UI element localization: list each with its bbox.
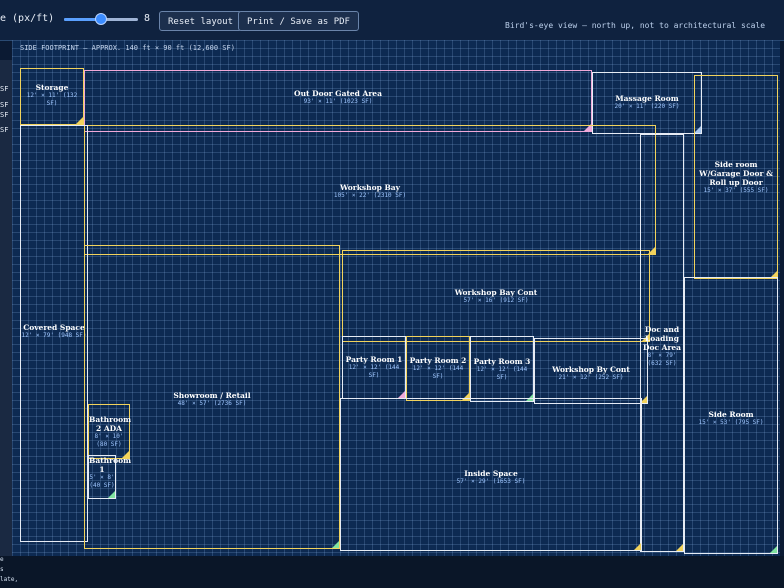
room-side-room[interactable]: Side Room 15' × 53' (795 SF): [684, 277, 778, 554]
footprint-label: SIDE FOOTPRINT — APPROX. 140 ft × 90 ft …: [20, 44, 235, 52]
reset-layout-button[interactable]: Reset layout: [159, 11, 243, 31]
room-dims: 12' × 12' (144 SF): [348, 364, 400, 379]
room-workshop-bay-cont[interactable]: Workshop Bay Cont 57' × 16' (912 SF): [342, 250, 650, 342]
bottom-panel-label: e: [0, 556, 4, 563]
resize-handle[interactable]: [76, 117, 83, 124]
bottom-panel-label: late,: [0, 576, 19, 583]
room-name: Side Room: [708, 410, 754, 419]
resize-handle[interactable]: [634, 543, 641, 550]
room-name: Party Room 2: [409, 356, 467, 365]
room-dims: 12' × 79' (948 SF): [21, 332, 87, 339]
room-inside-space[interactable]: Inside Space 57' × 29' (1653 SF): [340, 398, 642, 551]
resize-handle[interactable]: [770, 546, 777, 553]
room-covered-space[interactable]: Covered Space 12' × 79' (948 SF): [20, 125, 88, 542]
room-party-2[interactable]: Party Room 2 12' × 12' (144 SF): [406, 336, 470, 401]
room-dims: 20' × 11' (220 SF): [614, 103, 680, 110]
room-dims: 21' × 12' (252 SF): [558, 374, 624, 381]
room-dims: 105' × 22' (2310 SF): [333, 192, 407, 199]
room-name: Workshop By Cont: [552, 365, 630, 374]
room-dims: 12' × 12' (144 SF): [412, 365, 464, 380]
room-dims: 12' × 11' (132 SF): [26, 92, 78, 107]
left-panel: SF SF SF SF: [0, 60, 12, 588]
room-dims: 5' × 8' (40 SF): [89, 474, 115, 489]
room-party-1[interactable]: Party Room 1 12' × 12' (144 SF): [342, 336, 406, 399]
bottom-panel: e s late,: [0, 556, 784, 588]
left-panel-label: SF: [0, 101, 9, 109]
room-dims: 8' × 10' (80 SF): [94, 433, 124, 448]
zoom-slider-handle[interactable]: [95, 13, 107, 25]
room-dims: 57' × 29' (1653 SF): [456, 478, 526, 485]
zoom-value: 8: [144, 13, 151, 24]
room-name: Workshop Bay: [339, 183, 401, 192]
room-dims: 15' × 53' (795 SF): [698, 419, 764, 426]
room-name: Party Room 1: [345, 355, 403, 364]
resize-handle[interactable]: [332, 541, 339, 548]
room-name: Inside Space: [464, 469, 518, 478]
room-dims: 12' × 12' (144 SF): [476, 366, 528, 381]
zoom-slider[interactable]: [64, 13, 138, 25]
room-bathroom-1[interactable]: Bathroom 1 5' × 8' (40 SF): [88, 455, 132, 499]
view-note: Bird's-eye view — north up, not to archi…: [505, 21, 766, 30]
room-name: Doc and Loading Doc Area: [642, 325, 682, 352]
room-name: Side room W/Garage Door & Roll up Door: [699, 160, 773, 187]
room-dims: 93' × 11' (1023 SF): [303, 98, 373, 105]
left-panel-label: SF: [0, 85, 9, 93]
room-party-3[interactable]: Party Room 3 12' × 12' (144 SF): [470, 336, 534, 402]
room-dims: 8' × 79' (632 SF): [647, 352, 677, 367]
left-panel-label: SF: [0, 111, 9, 119]
room-dims: 15' × 37' (555 SF): [703, 187, 769, 194]
zoom-label: e (px/ft): [0, 13, 55, 24]
print-pdf-button[interactable]: Print / Save as PDF: [238, 11, 359, 31]
room-outdoor-gated-area[interactable]: Out Door Gated Area 93' × 11' (1023 SF): [84, 70, 592, 132]
resize-handle[interactable]: [398, 391, 405, 398]
left-panel-label: SF: [0, 126, 9, 134]
room-workshop-bay[interactable]: Workshop Bay 105' × 22' (2310 SF): [84, 125, 656, 255]
resize-handle[interactable]: [108, 491, 115, 498]
room-storage[interactable]: Storage 12' × 11' (132 SF): [20, 68, 84, 125]
room-name: Workshop Bay Cont: [454, 288, 538, 297]
room-name: Bathroom 2 ADA: [89, 415, 132, 433]
room-workshop-by-cont[interactable]: Workshop By Cont 21' × 12' (252 SF): [534, 338, 648, 404]
room-name: Massage Room: [615, 94, 679, 103]
bottom-panel-label: s: [0, 566, 4, 573]
room-bathroom-2-ada[interactable]: Bathroom 2 ADA 8' × 10' (80 SF): [88, 404, 132, 459]
resize-handle[interactable]: [676, 544, 683, 551]
room-name: Bathroom 1: [89, 456, 132, 474]
room-name: Storage: [35, 83, 69, 92]
room-dims: 57' × 16' (912 SF): [463, 297, 529, 304]
room-name: Showroom / Retail: [173, 391, 251, 400]
room-doc-loading[interactable]: Doc and Loading Doc Area 8' × 79' (632 S…: [640, 134, 684, 552]
room-side-garage[interactable]: Side room W/Garage Door & Roll up Door 1…: [694, 75, 778, 279]
room-name: Party Room 3: [473, 357, 531, 366]
toolbar: e (px/ft) 8 Reset layout Print / Save as…: [0, 0, 784, 41]
room-showroom-retail[interactable]: Showroom / Retail 48' × 57' (2736 SF): [84, 245, 340, 549]
room-name: Covered Space: [23, 323, 85, 332]
room-name: Out Door Gated Area: [294, 89, 382, 98]
